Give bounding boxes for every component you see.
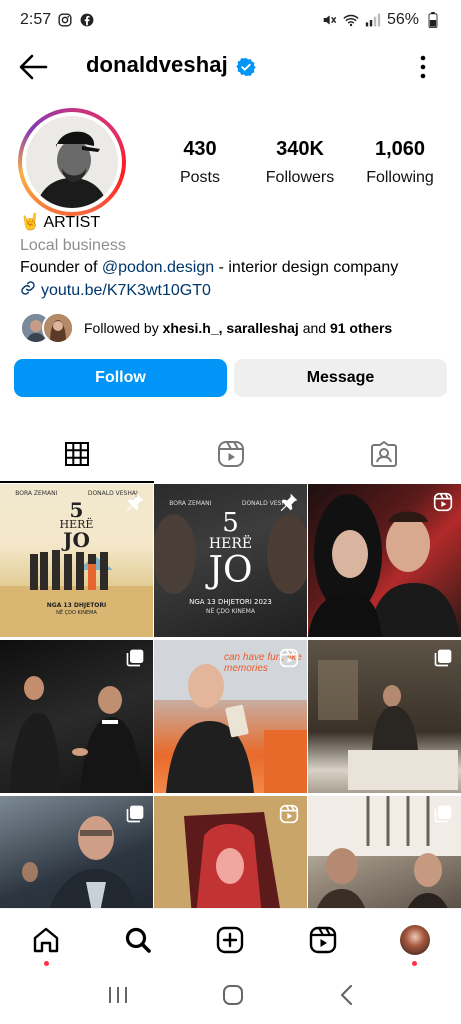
- home-notification-dot: [43, 960, 49, 966]
- followers-stat[interactable]: 340K Followers: [250, 138, 350, 187]
- profile-bio: 🤘 ARTIST Local business Founder of @podo…: [20, 212, 450, 303]
- followed-by-prefix: Followed by: [84, 320, 159, 336]
- bio-title-text: ARTIST: [43, 214, 101, 231]
- profile-username: donaldveshaj: [86, 52, 228, 77]
- post-tile[interactable]: can have fun, like memories: [154, 640, 307, 793]
- following-count: 1,060: [374, 138, 426, 160]
- following-stat[interactable]: 1,060 Following: [350, 138, 450, 187]
- post-tile[interactable]: BORA ZEMANI DONALD VESHAJ 5 HERË JO NGA …: [154, 484, 307, 637]
- android-system-nav: [0, 970, 461, 1024]
- posts-grid: BORA ZEMANI DONALD VESHAJ 5 HERË JO NGA …: [0, 484, 461, 949]
- tab-tagged[interactable]: [307, 425, 461, 483]
- link-icon: [20, 280, 36, 304]
- pinned-icon: [279, 492, 299, 512]
- rock-hand-emoji: 🤘: [20, 214, 40, 231]
- poster-date: NGA 13 DHJETORI 2023: [189, 598, 272, 606]
- poster-name-left: BORA ZEMANI: [15, 490, 58, 497]
- followed-by-sep: ,: [218, 320, 223, 336]
- reel-badge-icon: [279, 648, 299, 668]
- bio-link-text: youtu.be/K7K3wt10GT0: [41, 282, 211, 299]
- poster-name-left: BORA ZEMANI: [169, 500, 212, 507]
- status-bar: 2:57 56%: [0, 0, 461, 40]
- post-tile[interactable]: [308, 484, 461, 637]
- poster-date: NGA 13 DHJETORI: [46, 602, 107, 609]
- battery-percent: 56%: [386, 11, 419, 28]
- profile-tabs: [0, 425, 461, 483]
- bio-title: 🤘 ARTIST: [20, 212, 450, 235]
- search-icon: [126, 927, 152, 953]
- followed-by[interactable]: Followed by xhesi.h_, saralleshaj and 91…: [20, 312, 392, 344]
- followed-by-count: 91 others: [329, 320, 393, 336]
- bio-description: Founder of @podon.design - interior desi…: [20, 257, 450, 280]
- profile-photo: [26, 116, 118, 208]
- tagged-icon: [371, 441, 398, 467]
- multiple-photos-icon: [125, 804, 145, 824]
- posts-label: Posts: [179, 169, 220, 186]
- profile-avatar[interactable]: [18, 108, 126, 216]
- followed-by-mid: and: [302, 320, 327, 336]
- instagram-notification-icon: [57, 12, 73, 28]
- nav-home[interactable]: [30, 924, 62, 966]
- system-back-icon[interactable]: [338, 984, 354, 1011]
- facebook-notification-icon: [79, 12, 95, 28]
- bio-external-link[interactable]: youtu.be/K7K3wt10GT0: [20, 280, 450, 304]
- profile-notification-dot: [412, 960, 418, 966]
- recent-apps-icon[interactable]: [107, 985, 129, 1010]
- post-tile[interactable]: BORA ZEMANI DONALD VESHAJ 5 HERË JO NGA …: [0, 484, 153, 637]
- poster-title-bot: JO: [208, 550, 253, 591]
- pinned-icon: [125, 492, 145, 512]
- following-label: Following: [366, 169, 434, 186]
- battery-icon: [425, 12, 441, 28]
- reels-icon: [309, 926, 336, 953]
- posts-count: 430: [183, 138, 217, 160]
- post-tile[interactable]: [308, 640, 461, 793]
- bottom-navigation: [0, 908, 461, 970]
- bio-mention-link[interactable]: @podon.design: [102, 259, 214, 276]
- grid-icon: [64, 442, 89, 466]
- followed-by-user-1: xhesi.h_: [162, 320, 219, 336]
- posts-stat[interactable]: 430 Posts: [150, 138, 250, 187]
- nav-create[interactable]: [214, 924, 246, 956]
- multiple-photos-icon: [433, 804, 453, 824]
- nav-profile[interactable]: [399, 924, 431, 966]
- bio-prefix: Founder of: [20, 259, 102, 276]
- nav-reels[interactable]: [307, 924, 339, 956]
- tab-posts-grid[interactable]: [0, 425, 154, 483]
- more-options-icon[interactable]: [413, 54, 433, 80]
- status-time: 2:57: [20, 11, 52, 28]
- back-arrow-icon[interactable]: [18, 53, 48, 81]
- mutual-avatars: [20, 312, 74, 344]
- bio-suffix: - interior design company: [214, 259, 399, 276]
- followers-label: Followers: [265, 169, 335, 186]
- signal-icon: [365, 12, 381, 28]
- profile-header: donaldveshaj: [0, 44, 461, 90]
- verified-badge-icon: [236, 57, 256, 77]
- message-button[interactable]: Message: [234, 359, 447, 397]
- reels-tab-icon: [217, 441, 244, 467]
- bio-category: Local business: [20, 236, 126, 254]
- followers-count: 340K: [276, 138, 324, 160]
- wifi-icon: [343, 12, 359, 28]
- followed-by-user-2: saralleshaj: [226, 320, 299, 336]
- poster-sub: NË ÇDO KINEMA: [206, 608, 255, 615]
- multiple-photos-icon: [433, 648, 453, 668]
- reel-badge-icon: [433, 492, 453, 512]
- profile-stats: 430 Posts 340K Followers 1,060 Following: [150, 138, 450, 187]
- tab-reels[interactable]: [154, 425, 308, 483]
- mutual-avatar-2: [42, 312, 74, 344]
- mute-icon: [321, 12, 337, 28]
- nav-search[interactable]: [122, 924, 154, 956]
- poster-sub: NË ÇDO KINEMA: [56, 610, 97, 616]
- multiple-photos-icon: [125, 648, 145, 668]
- home-button-icon[interactable]: [222, 984, 244, 1011]
- home-icon: [33, 927, 59, 952]
- create-post-icon: [217, 926, 244, 953]
- reel-badge-icon: [279, 804, 299, 824]
- post-tile[interactable]: [0, 640, 153, 793]
- own-profile-avatar: [399, 924, 430, 955]
- follow-button[interactable]: Follow: [14, 359, 227, 397]
- poster-title-top: 5: [222, 508, 239, 538]
